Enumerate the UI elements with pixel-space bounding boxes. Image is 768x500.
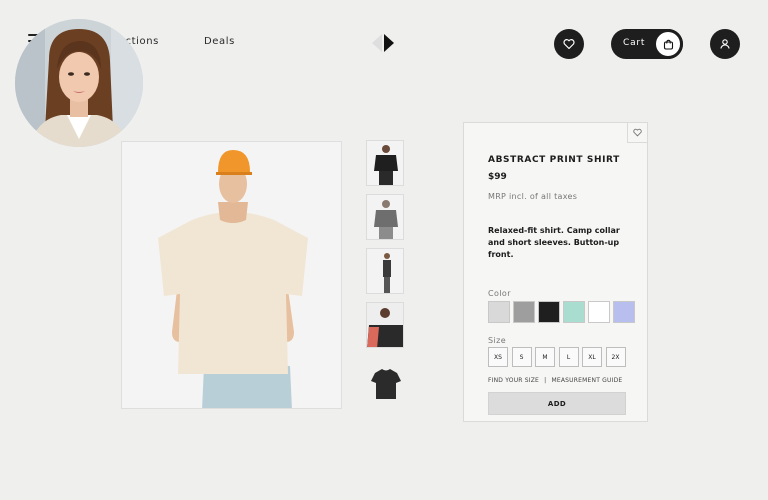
- size-option-xl[interactable]: XL: [582, 347, 602, 367]
- cart-button[interactable]: Cart: [611, 29, 683, 59]
- nav-deals[interactable]: Deals: [204, 36, 235, 47]
- thumbnail-3[interactable]: [366, 248, 404, 294]
- find-your-size-link[interactable]: FIND YOUR SIZE: [488, 377, 539, 384]
- add-to-cart-button[interactable]: ADD: [488, 392, 626, 415]
- color-swatches: [488, 301, 637, 323]
- thumbnail-2[interactable]: [366, 194, 404, 240]
- cart-label: Cart: [623, 38, 646, 48]
- color-swatch[interactable]: [563, 301, 585, 323]
- link-separator: |: [544, 377, 547, 384]
- size-option-xs[interactable]: XS: [488, 347, 508, 367]
- wishlist-toggle[interactable]: [627, 123, 647, 143]
- product-title: ABSTRACT PRINT SHIRT: [488, 155, 620, 165]
- thumbnail-4[interactable]: [366, 302, 404, 348]
- tax-note: MRP incl. of all taxes: [488, 192, 578, 201]
- presenter-avatar: [15, 19, 143, 147]
- color-swatch[interactable]: [613, 301, 635, 323]
- size-options: XS S M L XL 2X: [488, 347, 629, 367]
- user-icon: [720, 39, 730, 49]
- wishlist-button[interactable]: [554, 29, 584, 59]
- thumbnail-5[interactable]: [366, 360, 404, 406]
- size-option-s[interactable]: S: [511, 347, 532, 367]
- size-option-m[interactable]: M: [535, 347, 555, 367]
- color-swatch[interactable]: [488, 301, 510, 323]
- measurement-guide-link[interactable]: MEASUREMENT GUIDE: [552, 377, 623, 384]
- size-label: Size: [488, 336, 507, 345]
- main-product-image[interactable]: [121, 141, 342, 409]
- size-option-2x[interactable]: 2X: [605, 347, 626, 367]
- product-details-panel: ABSTRACT PRINT SHIRT $99 MRP incl. of al…: [463, 122, 648, 422]
- product-description: Relaxed-fit shirt. Camp collar and short…: [488, 226, 620, 259]
- color-swatch[interactable]: [588, 301, 610, 323]
- shopping-bag-icon: [663, 39, 673, 50]
- size-option-l[interactable]: L: [558, 347, 579, 367]
- brand-logo[interactable]: [372, 32, 396, 54]
- account-button[interactable]: [710, 29, 740, 59]
- cart-icon-container[interactable]: [653, 29, 683, 59]
- color-label: Color: [488, 289, 511, 298]
- thumbnail-1[interactable]: [366, 140, 404, 186]
- product-price: $99: [488, 172, 507, 182]
- heart-icon: [563, 39, 575, 50]
- size-help-links: FIND YOUR SIZE | MEASUREMENT GUIDE: [488, 377, 622, 384]
- color-swatch[interactable]: [513, 301, 535, 323]
- color-swatch[interactable]: [538, 301, 560, 323]
- heart-icon: [633, 128, 642, 137]
